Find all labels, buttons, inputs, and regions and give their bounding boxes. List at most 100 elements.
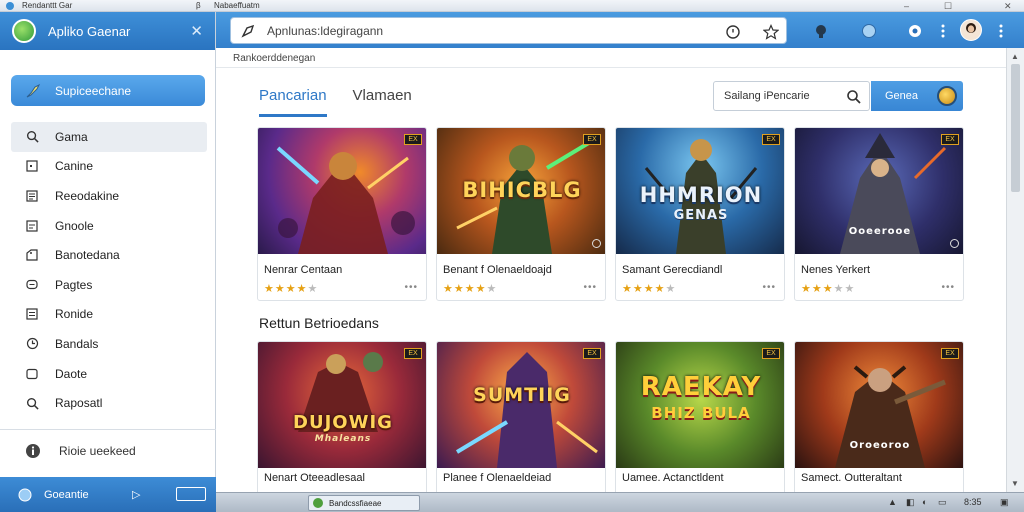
rating-badge: EX	[762, 348, 780, 359]
info-icon	[26, 444, 40, 458]
hero-illustration	[276, 146, 415, 254]
notification-icon[interactable]: ▣	[1000, 497, 1009, 508]
app-icon	[313, 498, 323, 508]
browser-toolbar: Apnlunas:ldegiragann	[216, 12, 1024, 48]
sidebar-item-reeodakine[interactable]: Reeodakine	[11, 181, 207, 211]
screen-toggle-icon[interactable]	[176, 487, 206, 501]
taskbar: Bandcssfiaeae ▲ ◧ ◐ ▭ 8:35 ▣	[216, 492, 1024, 512]
vertical-scrollbar[interactable]: ▲ ▼	[1006, 48, 1024, 492]
battery-icon[interactable]: ▭	[938, 497, 947, 508]
sidebar-item-daote[interactable]: Daote	[11, 359, 207, 389]
star-empty-icon: ★	[665, 283, 677, 295]
game-title: Nenrar Centaan	[264, 264, 343, 276]
avatar[interactable]	[960, 19, 982, 41]
network-icon[interactable]: ◧	[906, 497, 915, 508]
game-card[interactable]: Oroeoroo EX Samect. Outteraltant	[794, 341, 964, 492]
more-options-icon[interactable]: •••	[762, 282, 776, 293]
scroll-down-icon[interactable]: ▼	[1011, 479, 1019, 488]
coin-icon[interactable]	[937, 86, 957, 106]
sidebar: Apliko Gaenar ✕ Supiceechane Gama Canine…	[0, 12, 216, 512]
menu-dots-icon[interactable]	[934, 22, 952, 40]
sidebar-item-raposatl[interactable]: Raposatl	[11, 388, 207, 418]
sidebar-item-label: Gama	[55, 129, 88, 144]
document-icon	[25, 189, 39, 203]
more-options-icon[interactable]: •••	[583, 282, 597, 293]
user-dark-icon[interactable]	[812, 22, 830, 40]
sidebar-app-title: Apliko Gaenar	[48, 23, 131, 39]
game-thumbnail: HHMRION GENAS EX	[616, 128, 784, 254]
game-card[interactable]: EX Nenrar Centaan ★★★★★ •••	[257, 127, 427, 301]
sidebar-item-label: Daote	[55, 366, 88, 381]
os-title-icon: β	[196, 1, 201, 10]
search-button[interactable]: Genea	[871, 81, 963, 111]
game-title: Nenart Oteeadlesaal	[264, 472, 365, 484]
divider	[216, 67, 1006, 68]
sidebar-item-gnoole[interactable]: Gnoole	[11, 211, 207, 241]
clock-text: 8:35	[964, 497, 982, 507]
sidebar-item-gama[interactable]: Gama	[11, 122, 207, 152]
sidebar-item-banotedana[interactable]: Banotedana	[11, 240, 207, 270]
list-icon	[25, 307, 39, 321]
game-logo-text: RAEKAY	[640, 372, 762, 402]
game-card[interactable]: RAEKAY BHIZ BULA EX Uamee. Actanctldent	[615, 341, 785, 492]
sidebar-item-label: Reeodakine	[55, 188, 120, 203]
sidebar-primary-button[interactable]: Supiceechane	[11, 75, 205, 106]
play-icon[interactable]: ▷	[132, 488, 140, 501]
star-rating: ★★★★★	[443, 282, 497, 295]
rating-badge: EX	[941, 134, 959, 145]
game-logo-text: Ooeerooe	[848, 226, 912, 237]
game-grid-row-1: EX Nenrar Centaan ★★★★★ ••• BIHICBLG EX …	[257, 127, 964, 301]
sidebar-bottom-bar[interactable]: Goeantie ▷	[0, 477, 216, 512]
minimize-button[interactable]: –	[904, 1, 909, 11]
more-options-icon[interactable]: •••	[404, 282, 418, 293]
game-thumbnail: SUMTIIG EX	[437, 342, 605, 468]
star-half-icon: ★	[296, 283, 308, 295]
sidebar-item-label: Canine	[55, 159, 94, 174]
rating-badge: EX	[941, 348, 959, 359]
sidebar-item-label: Banotedana	[55, 248, 120, 263]
tab-pancarian[interactable]: Pancarian	[259, 87, 327, 117]
maximize-button[interactable]: ☐	[944, 1, 952, 12]
search-icon[interactable]	[846, 89, 861, 104]
game-title: Uamee. Actanctldent	[622, 472, 724, 484]
sidebar-item-label: Gnoole	[55, 218, 94, 233]
sidebar-item-canine[interactable]: Canine	[11, 152, 207, 182]
sidebar-item-pagtes[interactable]: Pagtes	[11, 270, 207, 300]
game-logo-text: BIHICBLG	[462, 178, 582, 202]
game-card[interactable]: DUJOWIG Mhaleans EX Nenart Oteeadlesaal	[257, 341, 427, 492]
game-card[interactable]: Ooeerooe EX Nenes Yerkert ★★★★★ •••	[794, 127, 964, 301]
sidebar-item-ronide[interactable]: Ronide	[11, 300, 207, 330]
sidebar-item-label: Pagtes	[55, 277, 93, 292]
volume-icon[interactable]: ◐	[922, 497, 927, 507]
close-window-button[interactable]: ✕	[1004, 1, 1012, 12]
search-button-label: Genea	[885, 90, 919, 102]
more-options-icon[interactable]: •••	[941, 282, 955, 293]
sync-icon[interactable]	[860, 22, 878, 40]
game-card[interactable]: BIHICBLG EX Benant f Olenaeldoajd ★★★★★ …	[436, 127, 606, 301]
extension-icon[interactable]	[906, 22, 924, 40]
star-icon: ★★★	[443, 283, 476, 295]
star-rating: ★★★★★	[801, 282, 855, 295]
game-title: Samect. Outteraltant	[801, 472, 902, 484]
search-icon	[25, 130, 39, 144]
star-icon: ★★★★	[622, 283, 666, 295]
clock-icon[interactable]	[725, 24, 741, 40]
scrollbar-thumb[interactable]	[1011, 64, 1020, 192]
menu-dots-icon[interactable]	[992, 22, 1010, 40]
sidebar-footer-item[interactable]: Rioie ueekeed	[25, 443, 136, 459]
game-card[interactable]: HHMRION GENAS EX Samant Gerecdiandl ★★★★…	[615, 127, 785, 301]
address-bar[interactable]: Apnlunas:ldegiragann	[230, 17, 787, 44]
sidebar-footer-label: Rioie ueekeed	[59, 444, 136, 458]
game-card[interactable]: SUMTIIG EX Planee f Olenaeldeiad	[436, 341, 606, 492]
section-title: Rettun Betrioedans	[259, 315, 379, 331]
close-icon[interactable]: ✕	[190, 22, 203, 40]
star-empty-icon: ★	[486, 283, 498, 295]
chevron-up-icon[interactable]: ▲	[888, 497, 897, 507]
star-icon[interactable]	[763, 24, 779, 40]
sidebar-item-bandals[interactable]: Bandals	[11, 329, 207, 359]
scroll-up-icon[interactable]: ▲	[1011, 52, 1019, 61]
search-input[interactable]: Sailang iPencarie	[713, 81, 870, 111]
square-icon	[25, 159, 39, 173]
tab-vlamaen[interactable]: Vlamaen	[353, 87, 412, 117]
taskbar-item[interactable]: Bandcssfiaeae	[308, 495, 420, 511]
